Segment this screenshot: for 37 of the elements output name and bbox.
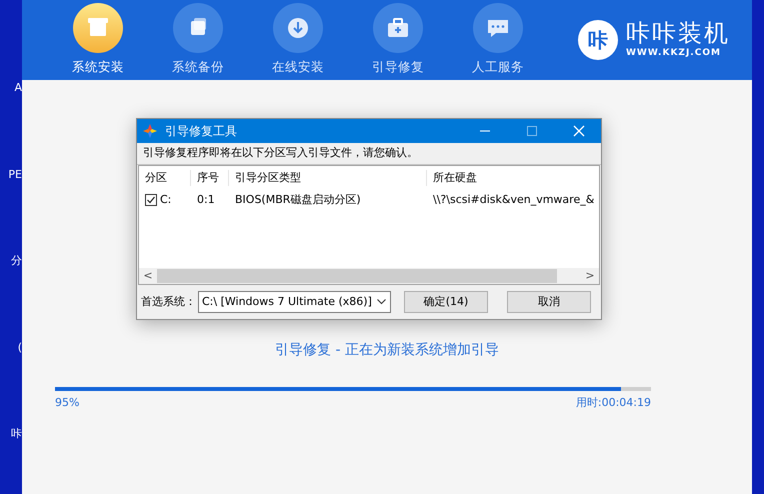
dialog-title: 引导修复工具	[165, 123, 238, 140]
desktop-icon-label: (	[18, 340, 22, 356]
nav-tab[interactable]: 系统安装	[48, 3, 148, 77]
dialog-button[interactable]: 取消	[507, 291, 591, 313]
horizontal-scrollbar[interactable]: < >	[139, 268, 599, 284]
system-dropdown[interactable]: C:\ [Windows 7 Ultimate (x86)]	[198, 291, 391, 313]
close-icon[interactable]	[573, 125, 585, 137]
nav-tab[interactable]: 系统备份	[148, 3, 248, 77]
table-cell-text: \\?\scsi#disk&ven_vmware_&	[433, 192, 594, 208]
chevron-down-icon	[377, 299, 386, 305]
nav-tab[interactable]: 引导修复	[348, 3, 448, 77]
system-label: 首选系统：	[141, 294, 196, 310]
elapsed-time: 用时:00:04:19	[576, 395, 651, 411]
nav-tab[interactable]: 在线安装	[248, 3, 348, 77]
desktop-icon-label: 分	[11, 253, 22, 269]
column-header[interactable]: 序号	[191, 170, 229, 186]
box-icon	[73, 3, 123, 54]
table-cell-text: BIOS(MBR磁盘启动分区)	[235, 192, 361, 208]
column-header[interactable]: 分区	[139, 170, 191, 186]
desktop-icon-label: PE	[8, 166, 22, 182]
row-checkbox[interactable]	[145, 194, 157, 206]
column-header[interactable]: 所在硬盘	[427, 170, 599, 186]
desktop-icon-label: 咔	[11, 426, 22, 442]
brand-url: WWW.KKZJ.COM	[626, 47, 722, 60]
nav-tab[interactable]: 人工服务	[448, 3, 548, 77]
table-cell-text: 0:1	[197, 192, 215, 208]
desktop-icon-label: A	[14, 80, 22, 96]
logo-icon: 咔	[578, 20, 618, 60]
brand-name: 咔咔装机	[626, 19, 730, 48]
scroll-right-arrow[interactable]: >	[581, 268, 599, 284]
status-text: 引导修复 - 正在为新装系统增加引导	[275, 341, 499, 360]
table-cell-text: C:	[160, 192, 172, 208]
scroll-left-arrow[interactable]: <	[139, 268, 157, 284]
dialog-button[interactable]: 确定(14)	[404, 291, 488, 313]
column-header[interactable]: 引导分区类型	[229, 170, 427, 186]
app-icon	[143, 124, 157, 138]
progress-percent: 95%	[55, 395, 80, 411]
